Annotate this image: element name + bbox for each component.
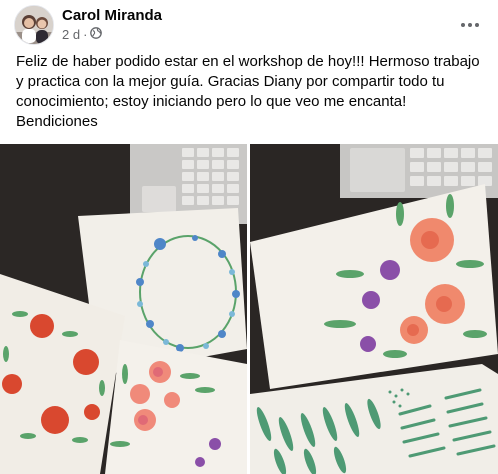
more-options-button[interactable] bbox=[456, 11, 484, 39]
avatar[interactable] bbox=[14, 5, 54, 45]
more-options-icon bbox=[461, 23, 479, 27]
author-name[interactable]: Carol Miranda bbox=[62, 7, 162, 24]
post-meta: 2 d · bbox=[62, 27, 103, 42]
watercolor-roses-and-leaves-photo[interactable] bbox=[250, 144, 498, 474]
meta-separator: · bbox=[83, 27, 88, 42]
avatar-photo bbox=[15, 6, 53, 44]
photo-grid bbox=[0, 144, 498, 474]
globe-icon bbox=[90, 27, 103, 42]
post-text: Feliz de haber podido estar en el worksh… bbox=[16, 53, 480, 130]
post-header: Carol Miranda 2 d · bbox=[14, 5, 484, 45]
post-timestamp[interactable]: 2 d bbox=[62, 27, 80, 42]
watercolor-wreaths-photo[interactable] bbox=[0, 144, 247, 474]
